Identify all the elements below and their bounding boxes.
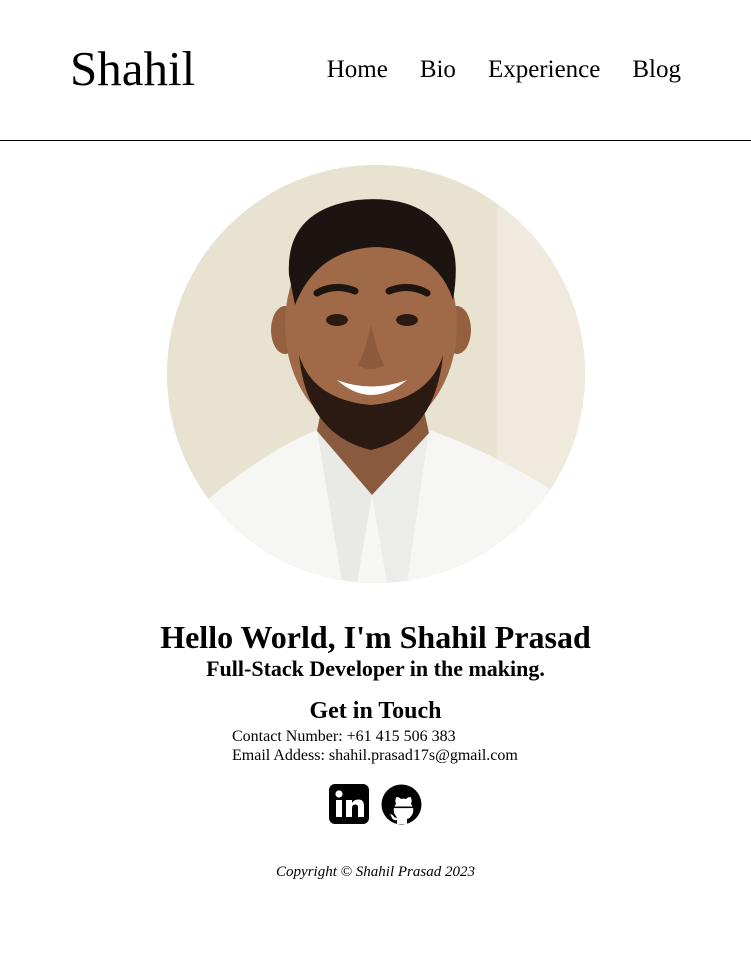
hero-subtitle: Full-Stack Developer in the making. [206,656,545,681]
nav-blog-link[interactable]: Blog [632,55,681,85]
profile-photo [167,165,585,583]
linkedin-link[interactable] [328,783,371,826]
contact-email[interactable]: Email Addess: shahil.prasad17s@gmail.com [232,747,518,766]
contact-title: Get in Touch [309,698,442,724]
site-footer: Copyright © Shahil Prasad 2023 [0,862,751,882]
linkedin-icon [329,784,369,824]
nav-experience-link[interactable]: Experience [488,55,600,85]
contact-phone: Contact Number: +61 415 506 383 [232,728,456,745]
nav-bio-link[interactable]: Bio [420,55,456,85]
hero-section: Hello World, I'm Shahil Prasad Full-Stac… [0,618,751,682]
copyright-text: Copyright © Shahil Prasad 2023 [276,864,475,880]
profile-photo-illustration [167,165,585,583]
github-icon [381,784,422,825]
nav-home-link[interactable]: Home [327,55,388,85]
github-link[interactable] [380,783,423,826]
site-brand[interactable]: Shahil [70,40,195,98]
main-nav: Home Bio Experience Blog [327,55,681,85]
contact-details: Contact Number: +61 415 506 383 Email Ad… [232,728,518,765]
social-links [0,783,751,826]
site-header: Shahil Home Bio Experience Blog [0,0,751,141]
hero-title: Hello World, I'm Shahil Prasad [160,619,591,655]
